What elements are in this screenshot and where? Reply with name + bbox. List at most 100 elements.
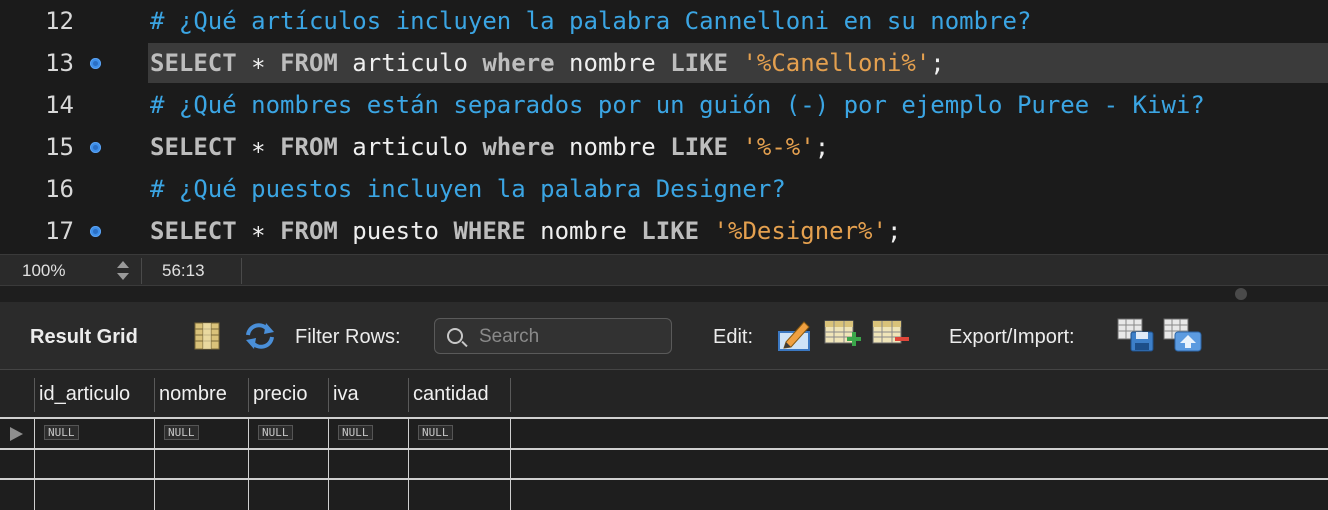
code-token-comment: # ¿Qué artículos incluyen la palabra Can… xyxy=(150,7,1032,35)
grid-line xyxy=(0,478,1328,480)
code-token-kw: FROM xyxy=(280,133,338,161)
code-token-id: puesto xyxy=(337,217,454,245)
line-number: 17 xyxy=(45,217,74,245)
grid-line xyxy=(328,419,329,510)
code-token-id xyxy=(728,133,742,161)
line-number: 14 xyxy=(45,91,74,119)
sql-editor[interactable]: 12 # ¿Qué artículos incluyen la palabra … xyxy=(0,0,1328,254)
divider xyxy=(141,258,142,284)
grid-line xyxy=(34,419,35,510)
statement-marker-icon[interactable] xyxy=(90,58,101,69)
code-token-id xyxy=(728,49,742,77)
editor-line[interactable]: 16 # ¿Qué puestos incluyen la palabra De… xyxy=(0,168,1328,208)
code-token-kw: LIKE xyxy=(670,49,728,77)
code-token-kw: SELECT xyxy=(150,49,237,77)
column-divider[interactable] xyxy=(154,378,155,412)
table-cell[interactable]: NULL xyxy=(258,425,293,440)
code-token-id: nombre xyxy=(525,217,642,245)
code-token-str: '%Designer%' xyxy=(713,217,887,245)
edit-pencil-icon[interactable] xyxy=(776,318,812,352)
code-token-kw: FROM xyxy=(280,217,338,245)
column-header-cantidad[interactable]: cantidad xyxy=(409,370,489,417)
code-token-kw: where xyxy=(482,49,555,77)
column-divider[interactable] xyxy=(34,378,35,412)
editor-line[interactable]: 14 # ¿Qué nombres están separados por un… xyxy=(0,84,1328,124)
splitter-handle[interactable] xyxy=(1235,288,1247,300)
code-token-id: ∗ xyxy=(236,217,281,245)
result-grid[interactable]: id_articulo nombre precio iva cantidad N… xyxy=(0,370,1328,510)
filter-search-input[interactable] xyxy=(479,326,659,348)
statement-marker-icon[interactable] xyxy=(90,142,101,153)
code-token-kw: LIKE xyxy=(641,217,700,245)
column-divider[interactable] xyxy=(408,378,409,412)
editor-line[interactable]: 17 SELECT ∗ FROM puesto WHERE nombre LIK… xyxy=(0,210,1328,250)
code-line-15[interactable]: SELECT ∗ FROM articulo where nombre LIKE… xyxy=(150,126,829,168)
code-token-kw: WHERE xyxy=(453,217,526,245)
editor-line-current[interactable]: 13 SELECT ∗ FROM articulo where nombre L… xyxy=(0,42,1328,84)
grid-header: id_articulo nombre precio iva cantidad xyxy=(0,370,1328,419)
code-token-kw: LIKE xyxy=(670,133,728,161)
filter-search-box[interactable] xyxy=(434,318,672,354)
refresh-icon[interactable] xyxy=(244,322,276,350)
code-token-str: '%-%' xyxy=(742,133,815,161)
column-divider[interactable] xyxy=(328,378,329,412)
grid-line xyxy=(0,448,1328,450)
editor-line[interactable]: 15 SELECT ∗ FROM articulo where nombre L… xyxy=(0,126,1328,166)
table-cell[interactable]: NULL xyxy=(338,425,373,440)
column-header-nombre[interactable]: nombre xyxy=(155,370,227,417)
code-token-kw: SELECT xyxy=(150,133,237,161)
column-header-precio[interactable]: precio xyxy=(249,370,307,417)
column-header-id-articulo[interactable]: id_articulo xyxy=(35,370,130,417)
editor-status-bar: 100% 56:13 xyxy=(0,254,1328,286)
code-line-13[interactable]: SELECT ∗ FROM articulo where nombre LIKE… xyxy=(150,42,945,84)
code-token-id xyxy=(699,217,713,245)
line-number: 15 xyxy=(45,133,74,161)
code-token-punc: ; xyxy=(814,133,830,161)
delete-row-icon[interactable] xyxy=(872,320,910,350)
table-cell[interactable]: NULL xyxy=(44,425,79,440)
code-token-comment: # ¿Qué nombres están separados por un gu… xyxy=(150,91,1205,119)
code-line-14[interactable]: # ¿Qué nombres están separados por un gu… xyxy=(150,84,1205,126)
code-token-str: '%Canelloni%' xyxy=(742,49,931,77)
code-token-id: nombre xyxy=(554,49,671,77)
zoom-level: 100% xyxy=(22,261,66,280)
panel-splitter[interactable] xyxy=(0,286,1328,302)
grid-line xyxy=(248,419,249,510)
code-token-id: articulo xyxy=(337,49,483,77)
current-row-arrow-icon xyxy=(10,427,23,441)
code-token-comment: # ¿Qué puestos incluyen la palabra Desig… xyxy=(150,175,786,203)
add-row-icon[interactable] xyxy=(824,320,862,350)
grid-layout-icon[interactable] xyxy=(194,322,220,350)
code-token-id: ∗ xyxy=(236,49,281,77)
edit-label: Edit: xyxy=(713,326,754,348)
grid-line xyxy=(154,419,155,510)
statement-marker-icon[interactable] xyxy=(90,226,101,237)
column-divider[interactable] xyxy=(248,378,249,412)
search-icon xyxy=(447,328,463,344)
table-cell[interactable]: NULL xyxy=(418,425,453,440)
code-token-id: nombre xyxy=(554,133,671,161)
filter-rows-label: Filter Rows: xyxy=(295,326,401,348)
code-line-16[interactable]: # ¿Qué puestos incluyen la palabra Desig… xyxy=(150,168,786,210)
code-token-punc: ; xyxy=(886,217,902,245)
code-line-12[interactable]: # ¿Qué artículos incluyen la palabra Can… xyxy=(150,0,1031,42)
table-cell[interactable]: NULL xyxy=(164,425,199,440)
export-icon[interactable] xyxy=(1117,318,1155,352)
result-grid-title: Result Grid xyxy=(30,326,138,348)
grid-line xyxy=(510,419,511,510)
code-line-17[interactable]: SELECT ∗ FROM puesto WHERE nombre LIKE '… xyxy=(150,210,901,252)
line-number: 13 xyxy=(45,49,74,77)
code-token-kw: SELECT xyxy=(150,217,237,245)
import-icon[interactable] xyxy=(1163,318,1203,352)
export-import-label: Export/Import: xyxy=(949,326,1075,348)
column-header-iva[interactable]: iva xyxy=(329,370,359,417)
code-token-kw: where xyxy=(482,133,555,161)
code-token-punc: ; xyxy=(930,49,945,77)
editor-line[interactable]: 12 # ¿Qué artículos incluyen la palabra … xyxy=(0,0,1328,40)
grid-line xyxy=(408,419,409,510)
column-divider[interactable] xyxy=(510,378,511,412)
result-toolbar: Result Grid Filter Rows: Edit: xyxy=(0,302,1328,370)
code-token-id: articulo xyxy=(337,133,483,161)
zoom-stepper-icon[interactable] xyxy=(112,258,134,284)
line-number: 12 xyxy=(45,7,74,35)
